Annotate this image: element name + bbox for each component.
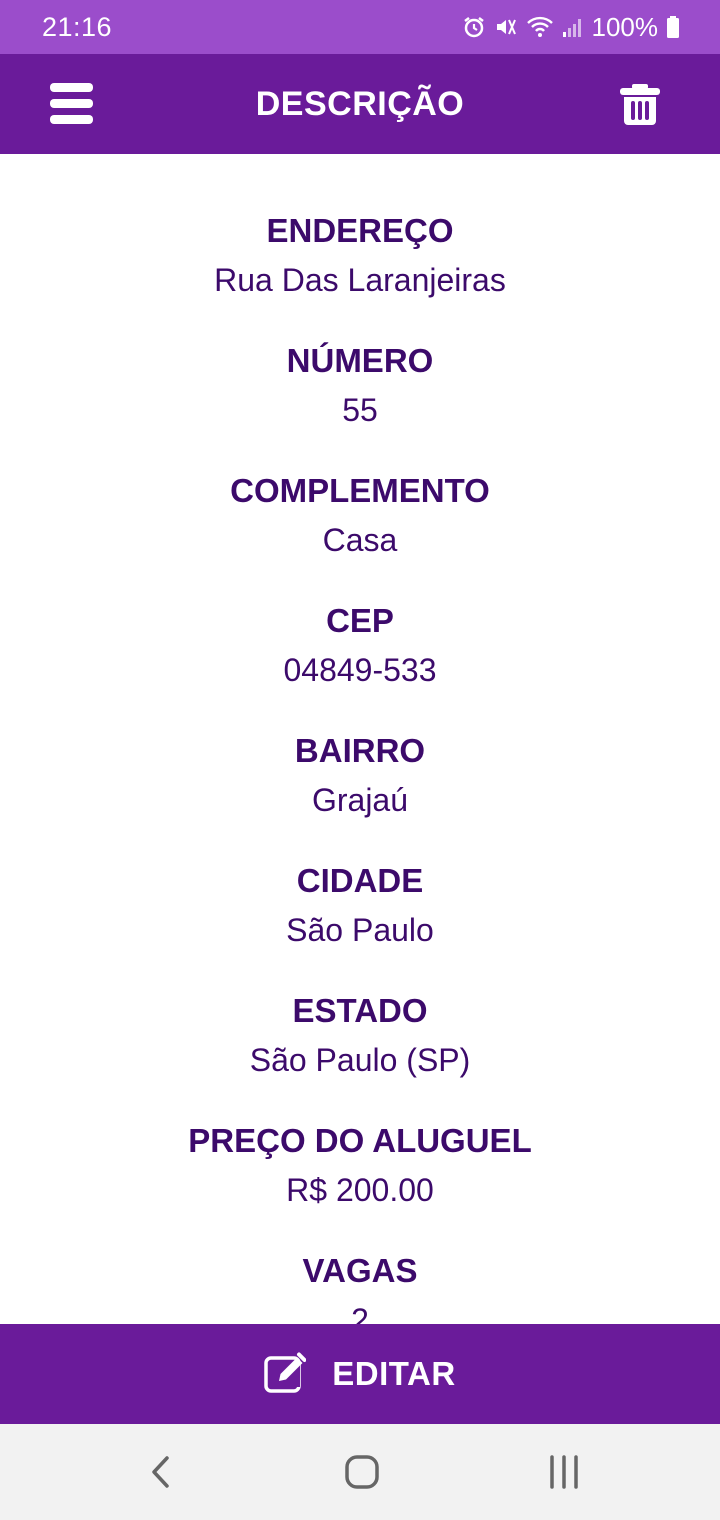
status-icons: 100% <box>462 12 681 43</box>
edit-icon <box>264 1351 307 1398</box>
battery-percent: 100% <box>591 11 659 42</box>
recent-apps-icon[interactable] <box>544 1452 584 1492</box>
field-vagas: VAGAS 2 <box>0 1194 720 1324</box>
signal-icon <box>562 15 584 39</box>
field-label: PREÇO DO ALUGUEL <box>188 1122 532 1159</box>
field-label: CEP <box>326 602 394 639</box>
field-value: 2 <box>351 1302 369 1324</box>
field-bairro: BAIRRO Grajaú <box>0 674 720 818</box>
field-endereco: ENDEREÇO Rua Das Laranjeiras <box>0 154 720 298</box>
page-title: DESCRIÇÃO <box>255 85 465 123</box>
field-label: COMPLEMENTO <box>230 472 490 509</box>
edit-label: EDITAR <box>332 1355 456 1392</box>
field-label: BAIRRO <box>294 732 426 769</box>
trash-icon[interactable] <box>618 82 662 126</box>
mute-icon <box>494 15 518 39</box>
alarm-icon <box>462 15 486 39</box>
field-cep: CEP 04849-533 <box>0 544 720 688</box>
field-label: NÚMERO <box>286 342 434 379</box>
system-nav-bar <box>0 1424 720 1520</box>
field-numero: NÚMERO 55 <box>0 284 720 428</box>
details-list[interactable]: ENDEREÇO Rua Das Laranjeiras NÚMERO 55 C… <box>0 154 720 1324</box>
app-bar: DESCRIÇÃO <box>0 54 720 154</box>
battery-icon <box>666 15 680 39</box>
hamburger-menu-icon[interactable] <box>50 83 94 125</box>
back-icon[interactable] <box>142 1452 182 1492</box>
field-preco-aluguel: PREÇO DO ALUGUEL R$ 200.00 <box>0 1064 720 1208</box>
field-complemento: COMPLEMENTO Casa <box>0 414 720 558</box>
field-estado: ESTADO São Paulo (SP) <box>0 934 720 1078</box>
wifi-icon <box>526 15 554 39</box>
field-cidade: CIDADE São Paulo <box>0 804 720 948</box>
field-label: VAGAS <box>302 1252 418 1289</box>
field-label: ESTADO <box>292 992 428 1029</box>
field-label: CIDADE <box>296 862 424 899</box>
home-icon[interactable] <box>342 1452 382 1492</box>
edit-button[interactable]: EDITAR <box>0 1324 720 1424</box>
status-bar: 21:16 100% <box>0 0 720 54</box>
status-time: 21:16 <box>42 11 113 42</box>
field-label: ENDEREÇO <box>266 212 454 249</box>
